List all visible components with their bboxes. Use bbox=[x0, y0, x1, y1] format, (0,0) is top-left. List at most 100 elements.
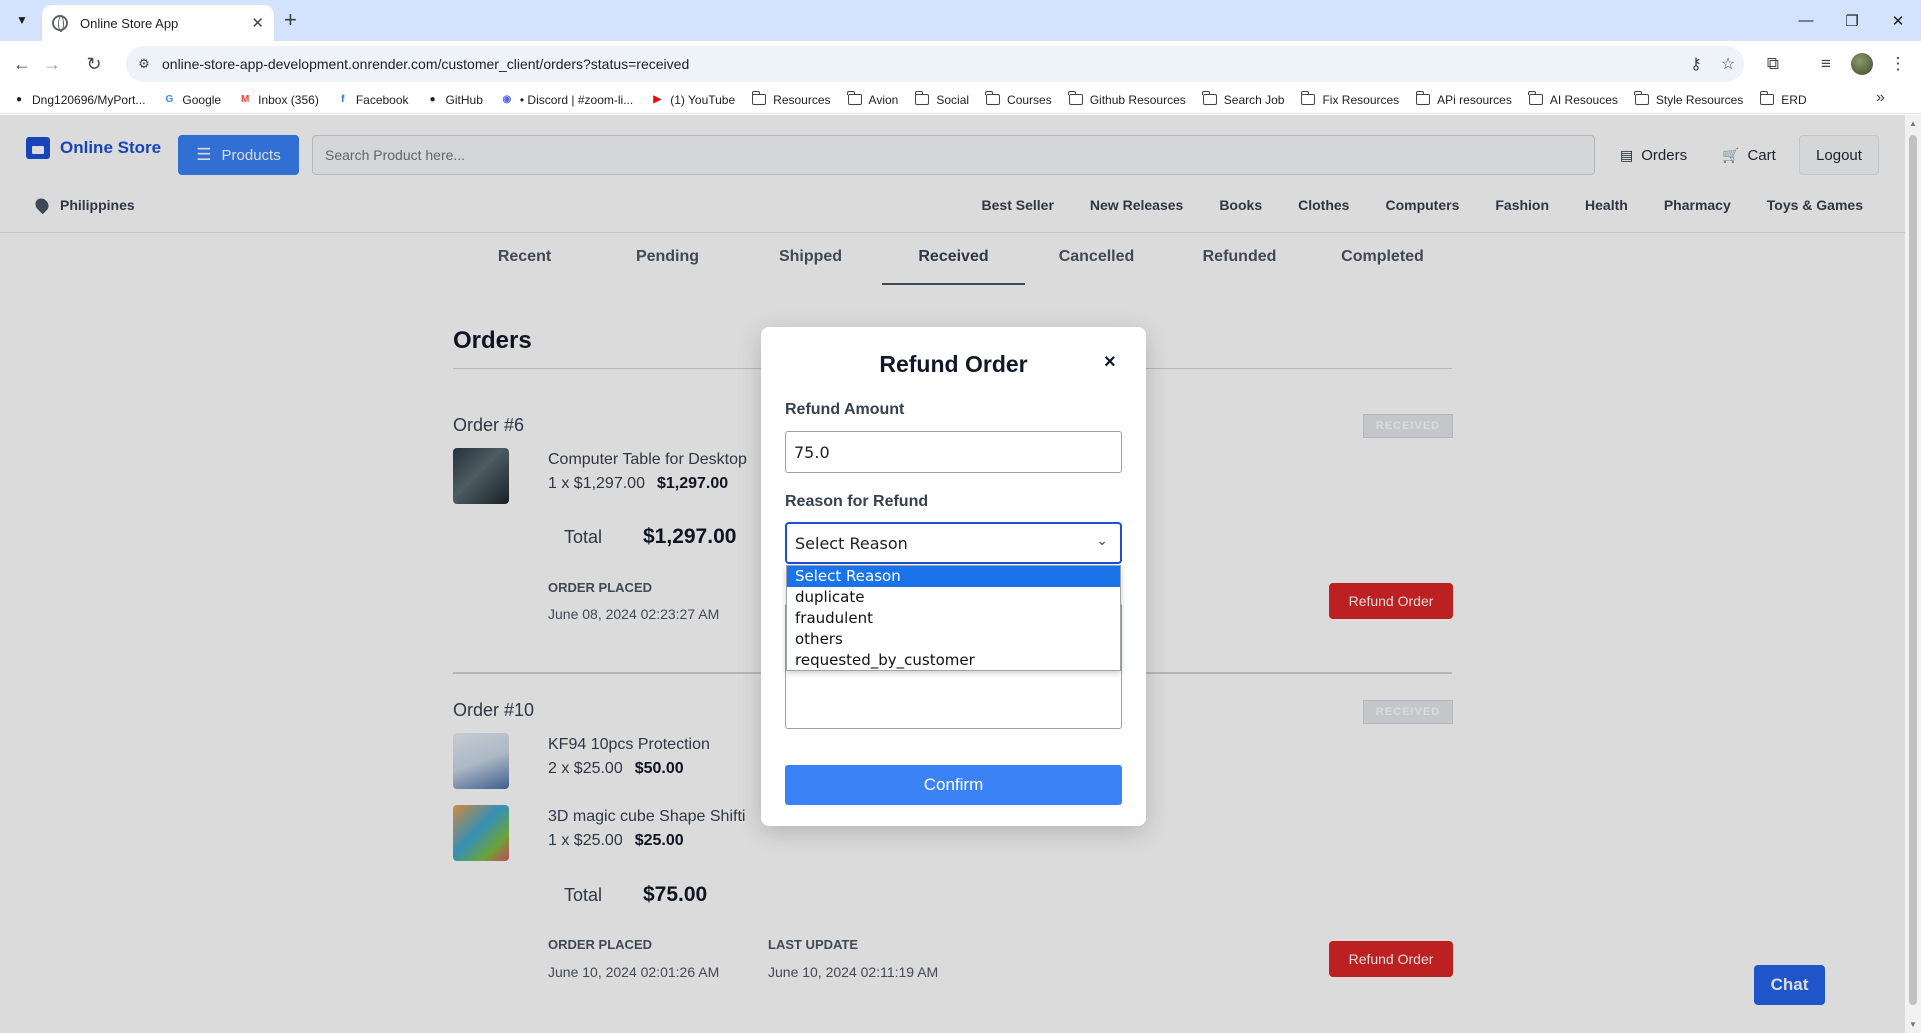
bookmark-item[interactable]: AI Resouces bbox=[1528, 91, 1618, 107]
reason-option[interactable]: Select Reason bbox=[787, 566, 1120, 587]
google-icon: G bbox=[165, 94, 174, 105]
folder-icon bbox=[1068, 91, 1083, 105]
bookmark-label: Github Resources bbox=[1089, 92, 1186, 107]
bookmark-item[interactable]: ● GitHub bbox=[426, 92, 483, 107]
bookmark-star-icon[interactable]: ☆ bbox=[1712, 54, 1744, 74]
tab-title: Online Store App bbox=[80, 15, 179, 31]
refund-amount-input[interactable] bbox=[785, 431, 1122, 473]
bookmark-item[interactable]: Social bbox=[914, 91, 970, 107]
bookmark-label: Dng120696/MyPort... bbox=[32, 92, 146, 107]
scroll-down-icon[interactable]: ▼ bbox=[1909, 1020, 1917, 1029]
bookmark-item[interactable]: Search Job bbox=[1202, 91, 1285, 107]
bookmark-item[interactable]: ERD bbox=[1759, 91, 1807, 107]
extensions-icon[interactable]: ⧉ bbox=[1759, 50, 1787, 78]
bookmark-label: Google bbox=[182, 92, 222, 107]
browser-toolbar: ← → ↻ ⚙ online-store-app-development.onr… bbox=[0, 41, 1921, 86]
reason-label: Reason for Refund bbox=[785, 493, 929, 510]
modal-title: Refund Order bbox=[879, 351, 1028, 377]
facebook-icon: f bbox=[341, 94, 345, 105]
bookmark-item[interactable]: Github Resources bbox=[1068, 91, 1186, 107]
back-icon[interactable]: ← bbox=[8, 50, 36, 78]
reason-option[interactable]: duplicate bbox=[787, 587, 1120, 608]
folder-icon bbox=[1202, 91, 1217, 105]
close-window-icon[interactable]: ✕ bbox=[1875, 0, 1921, 41]
bookmark-item[interactable]: ◉ • Discord | #zoom-li... bbox=[500, 92, 634, 107]
bookmark-label: Avion bbox=[868, 92, 899, 107]
bookmark-label: Resources bbox=[773, 92, 831, 107]
new-tab-icon[interactable]: + bbox=[284, 8, 297, 32]
bookmark-label: AI Resouces bbox=[1549, 92, 1618, 107]
address-bar[interactable]: ⚙ online-store-app-development.onrender.… bbox=[126, 46, 1744, 82]
reason-option[interactable]: requested_by_customer bbox=[787, 650, 1120, 671]
bookmark-item[interactable]: ▶ (1) YouTube bbox=[650, 93, 735, 107]
bookmark-item[interactable]: ● Dng120696/MyPort... bbox=[12, 93, 145, 107]
folder-icon bbox=[914, 91, 930, 105]
bookmark-item[interactable]: M Inbox (356) bbox=[238, 93, 319, 107]
bookmark-label: Style Resources bbox=[1655, 92, 1744, 107]
bookmark-label: APi resources bbox=[1437, 92, 1512, 107]
bookmark-label: Search Job bbox=[1223, 92, 1285, 107]
url-text[interactable]: online-store-app-development.onrender.co… bbox=[162, 56, 1680, 72]
bookmark-item[interactable]: G Google bbox=[162, 92, 222, 107]
bookmark-label: Inbox (356) bbox=[258, 92, 319, 107]
discord-icon: ◉ bbox=[502, 94, 512, 105]
page-scrollbar[interactable]: ▲ ▼ bbox=[1905, 115, 1921, 1033]
scroll-up-icon[interactable]: ▲ bbox=[1909, 119, 1917, 128]
forward-icon[interactable]: → bbox=[38, 50, 66, 78]
reason-selected-value: Select Reason bbox=[795, 533, 908, 553]
bookmark-label: (1) YouTube bbox=[670, 92, 736, 107]
reload-icon[interactable]: ↻ bbox=[80, 50, 108, 78]
globe-icon bbox=[52, 15, 68, 32]
bookmark-label: • Discord | #zoom-li... bbox=[519, 92, 634, 107]
browser-menu-icon[interactable]: ⋮ bbox=[1884, 50, 1912, 78]
github-icon: ● bbox=[15, 94, 23, 105]
browser-tab[interactable]: Online Store App ✕ bbox=[42, 5, 274, 41]
reason-option[interactable]: others bbox=[787, 629, 1120, 650]
confirm-button[interactable]: Confirm bbox=[785, 765, 1122, 805]
folder-icon bbox=[846, 91, 862, 105]
folder-icon bbox=[1300, 91, 1316, 105]
bookmark-item[interactable]: Avion bbox=[846, 91, 899, 107]
scrollbar-thumb[interactable] bbox=[1909, 135, 1917, 1005]
browser-tab-bar: ▼ Online Store App ✕ + — ❐ ✕ bbox=[0, 0, 1921, 41]
site-info-icon[interactable]: ⚙ bbox=[126, 56, 162, 72]
bookmark-label: GitHub bbox=[445, 92, 483, 107]
chevron-down-icon: ⌄ bbox=[1096, 533, 1108, 549]
bookmark-item[interactable]: APi resources bbox=[1415, 91, 1512, 107]
reason-select[interactable]: Select Reason ⌄ bbox=[785, 522, 1122, 564]
password-key-icon[interactable]: ⚷ bbox=[1680, 54, 1712, 74]
tab-search-chevron-icon[interactable]: ▼ bbox=[10, 8, 34, 32]
close-icon[interactable]: × bbox=[1104, 351, 1116, 374]
bookmark-label: Courses bbox=[1007, 92, 1052, 107]
bookmark-item[interactable]: f Facebook bbox=[336, 92, 409, 107]
reason-dropdown-list: Select Reason duplicate fraudulent others re… bbox=[786, 565, 1121, 671]
bookmark-item[interactable]: Fix Resources bbox=[1300, 91, 1400, 107]
page-viewport: Online Store ☰ Products ▤ Orders 🛒 Cart … bbox=[0, 115, 1905, 1033]
folder-icon bbox=[751, 91, 767, 105]
minimize-icon[interactable]: — bbox=[1783, 0, 1829, 41]
youtube-icon: ▶ bbox=[653, 94, 662, 105]
github-icon: ● bbox=[429, 94, 436, 105]
folder-icon bbox=[1528, 91, 1543, 105]
refund-amount-label: Refund Amount bbox=[785, 401, 905, 418]
profile-avatar[interactable] bbox=[1851, 53, 1873, 75]
bookmark-item[interactable]: Resources bbox=[751, 91, 831, 107]
reason-option[interactable]: fraudulent bbox=[787, 608, 1120, 629]
bookmark-label: Social bbox=[936, 92, 970, 107]
bookmark-item[interactable]: Courses bbox=[985, 91, 1052, 107]
folder-icon bbox=[985, 91, 1001, 105]
bookmark-item[interactable]: Style Resources bbox=[1634, 91, 1744, 107]
bookmark-label: Facebook bbox=[355, 92, 409, 107]
window-controls: — ❐ ✕ bbox=[1783, 0, 1921, 41]
folder-icon bbox=[1759, 91, 1775, 105]
more-bookmarks-icon[interactable]: » bbox=[1876, 89, 1891, 107]
restore-icon[interactable]: ❐ bbox=[1829, 0, 1875, 41]
gmail-icon: M bbox=[240, 94, 250, 105]
tab-close-icon[interactable]: ✕ bbox=[251, 14, 264, 32]
bookmarks-bar: ● Dng120696/MyPort... G Google M Inbox (356) f… bbox=[0, 86, 1921, 114]
bookmark-label: Fix Resources bbox=[1322, 92, 1400, 107]
folder-icon bbox=[1415, 91, 1431, 105]
refund-modal: Refund Order × Refund Amount Reason for … bbox=[761, 327, 1146, 826]
media-queue-icon[interactable]: ≡ bbox=[1812, 50, 1840, 78]
bookmark-label: ERD bbox=[1781, 92, 1807, 107]
